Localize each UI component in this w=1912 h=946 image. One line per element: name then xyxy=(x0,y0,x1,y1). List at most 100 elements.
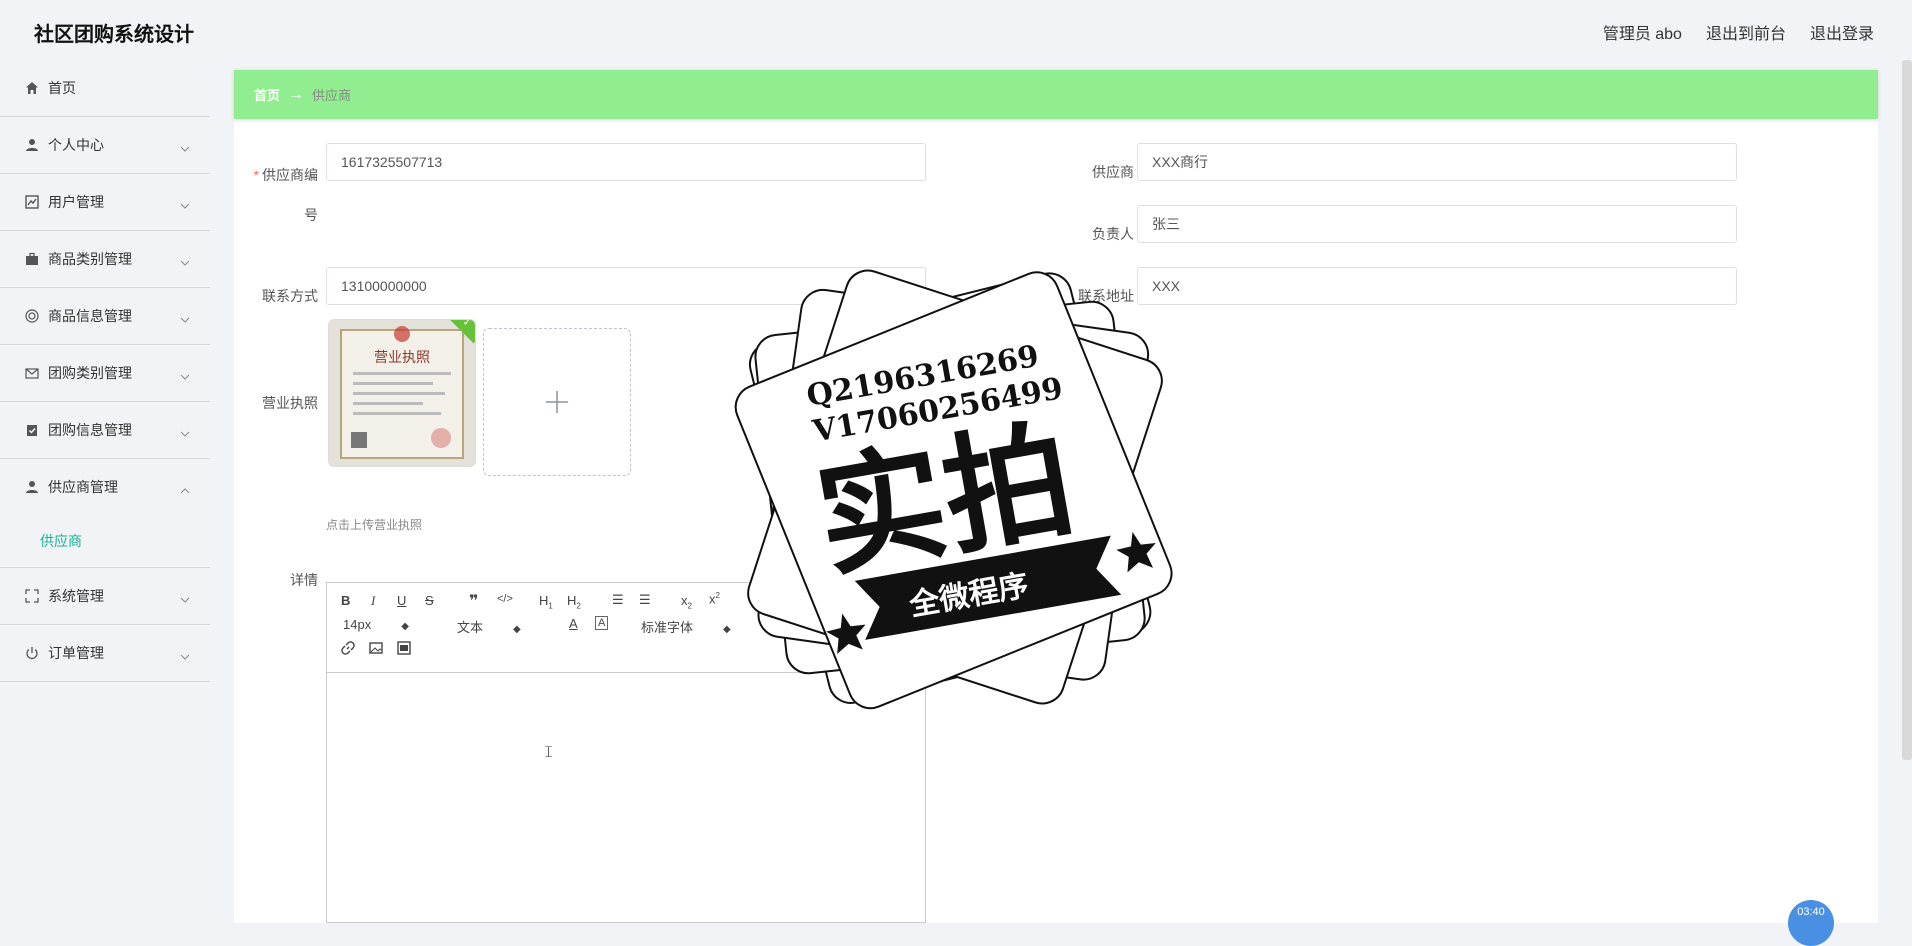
superscript-icon[interactable]: x2 xyxy=(709,591,720,606)
underline-icon[interactable]: U xyxy=(397,593,406,608)
chevron-up-icon xyxy=(180,481,190,497)
supplier-no-label-line2: 号 xyxy=(304,207,318,223)
font-family-select[interactable]: 标准字体 ◆ xyxy=(641,617,731,636)
required-mark: * xyxy=(253,167,259,183)
bullet-list-icon[interactable]: ☰ xyxy=(639,592,651,608)
back-to-front-link[interactable]: 退出到前台 xyxy=(1706,20,1786,44)
supplier-name-label: 供应商 xyxy=(1092,164,1134,180)
sidebar-item-label: 个人中心 xyxy=(48,137,104,153)
floating-timer-widget[interactable]: 03:40 xyxy=(1788,900,1834,946)
logout-link[interactable]: 退出登录 xyxy=(1810,20,1874,44)
supplier-name-input[interactable] xyxy=(1137,143,1737,181)
bold-icon[interactable]: B xyxy=(341,593,350,608)
font-color-icon[interactable]: A xyxy=(569,616,578,631)
sidebar-item-label: 订单管理 xyxy=(48,645,104,661)
chevron-down-icon xyxy=(180,647,190,663)
sidebar-item-user-management[interactable]: 用户管理 xyxy=(0,174,210,231)
mail-icon xyxy=(24,365,40,381)
admin-user-label: 管理员 abo xyxy=(1602,26,1682,43)
upload-hint: 点击上传营业执照 xyxy=(326,518,423,532)
editor-toolbar: B I U S ❞ </> H1 H2 ☰ ☰ x2 x2 ⇤ ⇥ 14px ◆ … xyxy=(327,583,925,673)
manager-label: 负责人 xyxy=(1092,226,1134,242)
upload-button[interactable] xyxy=(483,328,631,476)
blockquote-icon[interactable]: ❞ xyxy=(469,591,478,611)
italic-icon[interactable]: I xyxy=(371,593,375,609)
breadcrumb-arrow: → xyxy=(288,85,305,103)
user-icon xyxy=(24,137,40,153)
license-thumbnail[interactable]: 营业执照 ✓ xyxy=(328,319,476,467)
sidebar-item-home[interactable]: 首页 xyxy=(0,60,210,117)
align-icon[interactable]: ☰ xyxy=(761,616,773,632)
sidebar-item-supplier-management[interactable]: 供应商管理 xyxy=(0,459,210,515)
license-image-icon: 营业执照 xyxy=(329,320,475,466)
h1-icon[interactable]: H1 xyxy=(539,593,553,611)
chevron-down-icon xyxy=(180,590,190,606)
breadcrumb-home[interactable]: 首页 xyxy=(254,85,280,104)
sidebar-item-groupbuy-category[interactable]: 团购类别管理 xyxy=(0,345,210,402)
sidebar-item-label: 商品信息管理 xyxy=(48,308,132,324)
power-icon xyxy=(24,645,40,661)
sidebar-item-order-management[interactable]: 订单管理 xyxy=(0,625,210,682)
sidebar-item-product-info[interactable]: 商品信息管理 xyxy=(0,288,210,345)
contact-label: 联系方式 xyxy=(262,288,318,304)
svg-text:营业执照: 营业执照 xyxy=(374,350,430,366)
chevron-down-icon xyxy=(180,139,190,155)
background-color-icon[interactable]: A xyxy=(595,616,609,630)
code-block-icon[interactable]: </> xyxy=(497,593,513,605)
sidebar-item-groupbuy-info[interactable]: 团购信息管理 xyxy=(0,402,210,459)
image-icon[interactable] xyxy=(369,641,383,658)
clear-format-icon[interactable]: T xyxy=(803,616,811,631)
chevron-down-icon xyxy=(180,196,190,212)
address-input[interactable] xyxy=(1137,267,1737,305)
h2-icon[interactable]: H2 xyxy=(567,593,581,611)
subscript-icon[interactable]: x2 xyxy=(681,593,692,611)
breadcrumb-current: 供应商 xyxy=(312,88,352,103)
supplier-no-input[interactable] xyxy=(326,143,926,181)
user-icon xyxy=(24,479,40,495)
header-links: 管理员 abo 退出到前台 退出登录 xyxy=(1603,20,1874,44)
page-scrollbar[interactable] xyxy=(1902,60,1912,760)
chevron-down-icon xyxy=(180,367,190,383)
sidebar-item-label: 团购类别管理 xyxy=(48,365,132,381)
clipboard-icon xyxy=(24,422,40,438)
font-size-select[interactable]: 14px ◆ xyxy=(343,617,409,632)
sidebar: 首页 个人中心 用户管理 商品类别管理 商品信息管理 团购类别管理 团购信息管理… xyxy=(0,60,210,923)
outdent-icon[interactable]: ⇤ xyxy=(751,592,762,608)
app-title: 社区团购系统设计 xyxy=(34,24,194,46)
text-cursor-icon: 𝙸 xyxy=(543,744,555,761)
target-icon xyxy=(24,308,40,324)
address-label: 联系地址 xyxy=(1078,288,1134,304)
license-label: 营业执照 xyxy=(262,395,318,411)
manager-input[interactable] xyxy=(1137,205,1737,243)
sidebar-item-label: 商品类别管理 xyxy=(48,251,132,267)
plus-icon xyxy=(546,391,568,413)
sidebar-item-label: 供应商管理 xyxy=(48,479,118,495)
sidebar-subitem-supplier[interactable]: 供应商 xyxy=(0,515,210,568)
chevron-down-icon xyxy=(180,253,190,269)
main-content: 首页 → 供应商 *供应商编 号 供应商 负责人 联系方式 联系地址 营业执照 … xyxy=(234,70,1878,923)
supplier-no-label-line1: 供应商编 xyxy=(262,167,318,183)
video-icon[interactable] xyxy=(397,641,411,658)
ordered-list-icon[interactable]: ☰ xyxy=(612,592,624,608)
sidebar-item-system-management[interactable]: 系统管理 xyxy=(0,568,210,625)
fullscreen-icon xyxy=(24,588,40,604)
chevron-down-icon xyxy=(180,424,190,440)
text-style-select[interactable]: 文本 ◆ xyxy=(457,617,521,636)
link-icon[interactable] xyxy=(341,641,355,658)
sidebar-item-label: 团购信息管理 xyxy=(48,422,132,438)
chart-icon xyxy=(24,194,40,210)
sidebar-item-personal-center[interactable]: 个人中心 xyxy=(0,117,210,174)
sidebar-item-label: 首页 xyxy=(48,80,76,96)
supplier-no-label: * 供应商编 号 xyxy=(248,155,318,235)
home-icon xyxy=(24,80,40,96)
rich-text-editor: B I U S ❞ </> H1 H2 ☰ ☰ x2 x2 ⇤ ⇥ 14px ◆ … xyxy=(326,582,926,923)
top-header: 社区团购系统设计 管理员 abo 退出到前台 退出登录 xyxy=(0,0,1912,60)
breadcrumb: 首页 → 供应商 xyxy=(234,70,1878,119)
detail-label: 详情 xyxy=(290,572,318,588)
sidebar-item-label: 系统管理 xyxy=(48,588,104,604)
briefcase-icon xyxy=(24,251,40,267)
contact-input[interactable] xyxy=(326,267,926,305)
sidebar-item-product-category[interactable]: 商品类别管理 xyxy=(0,231,210,288)
strike-icon[interactable]: S xyxy=(425,593,434,608)
indent-icon[interactable]: ⇥ xyxy=(779,592,790,608)
